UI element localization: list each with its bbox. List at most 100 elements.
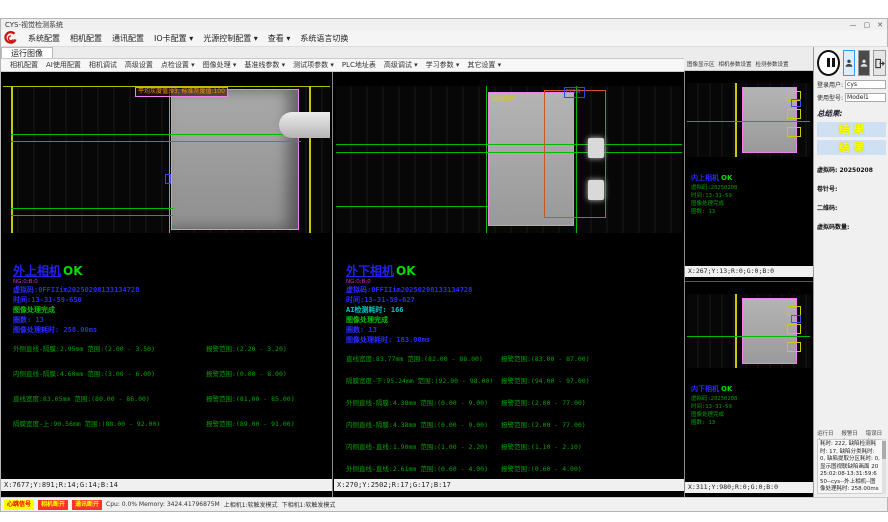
pause-button[interactable] bbox=[817, 50, 840, 76]
pixel-coordinate-bar: X:7677;Y:891;R:14;G:14;B:14 bbox=[1, 479, 332, 491]
menu-comm-config[interactable]: 通讯配置 bbox=[107, 33, 149, 44]
ai-elapsed: AI检测耗时: 166 bbox=[346, 305, 680, 315]
tab-detect-params[interactable]: 检测参数设置 bbox=[756, 60, 789, 68]
thumbnail-image[interactable] bbox=[687, 294, 811, 368]
menu-io-config[interactable]: IO卡配置 ▾ bbox=[149, 33, 198, 44]
measurement-row: 内侧直线-直线:1.90mm 范围:(1.00 - 2.20)报警范围:(1.1… bbox=[346, 443, 680, 451]
thumbnail-info: 内上相机OK 虚拟码:20250208 时间:13-31-59 图像处理完成 圈… bbox=[691, 165, 737, 216]
pixel-coordinate-bar: X:267;Y:13;R:0;G:0;B:0 bbox=[685, 266, 813, 277]
thumbnail-stack: 内上相机OK 虚拟码:20250208 时间:13-31-59 图像处理完成 圈… bbox=[684, 71, 813, 497]
menu-system-config[interactable]: 系统配置 bbox=[23, 33, 65, 44]
thumbnail-info: 内下相机OK 虚拟码:20250208 时间:13-31-59 图像处理完成 圈… bbox=[691, 376, 737, 427]
tool-spot-check[interactable]: 点检设置 ▾ bbox=[157, 60, 199, 70]
turn-count: 圈数: 13 bbox=[13, 315, 328, 325]
operator-button[interactable] bbox=[858, 50, 870, 76]
exit-button[interactable] bbox=[873, 50, 886, 76]
alarm-range: 报警范围:(2.00 - 77.00) bbox=[501, 421, 586, 429]
minimize-icon[interactable]: — bbox=[850, 20, 857, 30]
tool-camera-debug[interactable]: 相机调试 bbox=[85, 60, 121, 70]
tool-baseline-params[interactable]: 基准线参数 ▾ bbox=[240, 60, 289, 70]
info-line: 图像处理完成 bbox=[691, 200, 737, 208]
exit-door-icon bbox=[874, 58, 885, 69]
camera-title: 外上相机 bbox=[13, 262, 61, 279]
control-panel: 登录用户: cys 使用型号: Model1 总结果: 结 果 结 果 虚拟码:… bbox=[813, 47, 888, 497]
green-measure-line bbox=[687, 121, 810, 122]
menu-light-config[interactable]: 光源控制配置 ▾ bbox=[198, 33, 263, 44]
measurement-value: 直线宽度:83.77mm 范围:(82.00 - 88.00) bbox=[346, 355, 501, 363]
operator-icon bbox=[859, 58, 869, 68]
alarm-range: 报警范围:(2.20 - 3.20) bbox=[206, 345, 287, 353]
log-scrollbar[interactable] bbox=[882, 439, 886, 494]
maximize-icon[interactable]: ▢ bbox=[864, 20, 871, 30]
measurement-row: 直线宽度:83.05mm 范围:(80.00 - 86.00)报警范围:(81.… bbox=[13, 395, 328, 403]
measurement-row: 外侧直线-隔膜:2.95mm 范围:(2.00 - 3.50)报警范围:(2.2… bbox=[13, 345, 328, 353]
camera-view-outer-top[interactable]: 平均灰度值:93, 标准灰度值:100 外上相机OK bbox=[1, 72, 333, 497]
winding-pin-label: 卷针号: bbox=[817, 184, 886, 193]
thumbnail-image[interactable] bbox=[687, 83, 811, 157]
tab-run-image[interactable]: 运行图像 bbox=[1, 47, 53, 58]
tool-image-processing[interactable]: 图像处理 ▾ bbox=[199, 60, 241, 70]
result-info-outer-bottom: 外下相机OK NG:0;B:0 虚拟码:0FFIIim2025020813313… bbox=[346, 260, 680, 487]
thumbnail-inner-bottom[interactable]: 内下相机OK 虚拟码:20250208 时间:13-31-59 图像处理完成 圈… bbox=[685, 282, 813, 497]
cpu-memory-readout: Cpu: 0.0% Memory: 3424.41796875M bbox=[106, 501, 220, 508]
thumbnail-inner-top[interactable]: 内上相机OK 虚拟码:20250208 时间:13-31-59 图像处理完成 圈… bbox=[685, 71, 813, 282]
yellow-roi-box bbox=[787, 324, 801, 334]
green-measure-line bbox=[336, 144, 682, 145]
camera-title: 内下相机 bbox=[691, 385, 719, 393]
login-user-input[interactable]: cys bbox=[845, 80, 886, 89]
tool-ai-config[interactable]: AI使用配置 bbox=[42, 60, 85, 70]
info-line: 圈数: 13 bbox=[691, 208, 737, 216]
comm-status-badge: 通讯断开 bbox=[72, 500, 102, 510]
electrode-plate bbox=[171, 89, 299, 230]
measurement-value: 隔膜宽度-上:90.56mm 范围:(88.00 - 92.00) bbox=[13, 420, 206, 428]
camera-title: 内上相机 bbox=[691, 174, 719, 182]
yellow-roi-box bbox=[787, 109, 801, 119]
blue-marker-box bbox=[165, 174, 171, 184]
capture-time: 时间:13-31-59-627 bbox=[346, 295, 680, 305]
process-elapsed: 图像处理耗时: 258.00ms bbox=[13, 325, 328, 335]
camera-view-outer-bottom[interactable]: AI绘图区 F23.8 外下相机OK bbox=[334, 72, 684, 497]
process-done-label: 图像处理完成 bbox=[346, 315, 680, 325]
camera-image-outer-top[interactable]: 平均灰度值:93, 标准灰度值:100 bbox=[3, 86, 330, 233]
menu-camera-config[interactable]: 相机配置 bbox=[65, 33, 107, 44]
green-measure-line bbox=[336, 152, 682, 153]
menu-view[interactable]: 查看 ▾ bbox=[263, 33, 296, 44]
tab-image-display[interactable]: 图像显示区 bbox=[687, 60, 715, 68]
model-row: 使用型号: Model1 bbox=[817, 93, 886, 102]
orange-roi-box bbox=[544, 90, 606, 218]
measurement-row: 隔膜宽度-下:95.24mm 范围:(92.00 - 98.00)报警范围:(9… bbox=[346, 377, 680, 385]
tool-advanced-settings[interactable]: 高级设置 bbox=[121, 60, 157, 70]
alarm-range: 报警范围:(83.00 - 87.00) bbox=[501, 355, 590, 363]
virtual-code: 虚拟码:0FFIIim20250208133134728 bbox=[13, 285, 328, 295]
measurement-value: 内侧直线-直线:1.90mm 范围:(1.00 - 2.20) bbox=[346, 443, 501, 451]
close-icon[interactable]: ✕ bbox=[877, 20, 883, 30]
tab-row: 运行图像 bbox=[1, 47, 684, 59]
tool-camera-config[interactable]: 相机配置 bbox=[6, 60, 42, 70]
model-input[interactable]: Model1 bbox=[845, 93, 886, 102]
info-line: 虚拟码:20250208 bbox=[691, 395, 737, 403]
log-text-area[interactable]: 耗时: 222, 缺陷检测耗时: 17, 缺陷分类耗时: 0, 缺陷提取分区耗时… bbox=[817, 439, 886, 494]
tool-plc-address[interactable]: PLC地址表 bbox=[338, 60, 380, 70]
tool-test-params[interactable]: 测试项参数 ▾ bbox=[289, 60, 338, 70]
user-button[interactable] bbox=[843, 50, 855, 76]
result-box-top: 结 果 bbox=[817, 122, 886, 137]
info-line: 圈数: 13 bbox=[691, 419, 737, 427]
camera-image-outer-bottom[interactable]: AI绘图区 F23.8 bbox=[336, 86, 682, 233]
bottom-camera-mode: 下相机1:软触发模式 bbox=[282, 500, 336, 509]
measurement-value: 外侧直线-直线:2.61mm 范围:(0.60 - 4.00) bbox=[346, 465, 501, 473]
tool-other-settings[interactable]: 其它设置 ▾ bbox=[463, 60, 505, 70]
user-icon bbox=[844, 58, 854, 68]
camera-status-badge: 相机断开 bbox=[38, 500, 68, 510]
tool-learning-params[interactable]: 学习参数 ▾ bbox=[422, 60, 464, 70]
gray-value-overlay: 平均灰度值:93, 标准灰度值:100 bbox=[135, 87, 228, 97]
tool-bar: 相机配置 AI使用配置 相机调试 高级设置 点检设置 ▾ 图像处理 ▾ 基准线参… bbox=[1, 59, 684, 72]
virtual-code-line: 虚拟码: 20250208 bbox=[817, 165, 886, 174]
measurement-value: 内侧直线-隔膜:4.38mm 范围:(0.00 - 9.00) bbox=[346, 421, 501, 429]
tool-advanced-debug[interactable]: 高级调试 ▾ bbox=[380, 60, 422, 70]
measurement-list: 外侧直线-隔膜:2.95mm 范围:(2.00 - 3.50)报警范围:(2.2… bbox=[13, 345, 328, 428]
tab-camera-params[interactable]: 相机参数设置 bbox=[719, 60, 752, 68]
main-view-column: 运行图像 相机配置 AI使用配置 相机调试 高级设置 点检设置 ▾ 图像处理 ▾… bbox=[1, 47, 684, 497]
status-ok-label: OK bbox=[63, 264, 83, 278]
menu-language-switch[interactable]: 系统语言切换 bbox=[295, 33, 353, 44]
green-measure-line bbox=[687, 336, 810, 337]
